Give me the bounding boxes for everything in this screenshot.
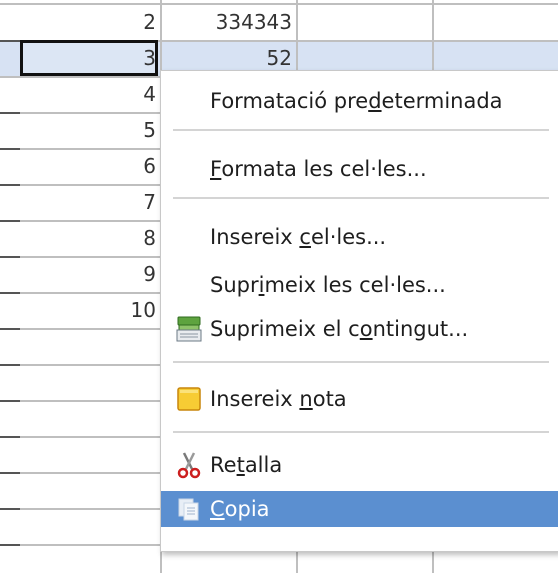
menu-item-label: Copia <box>210 497 270 521</box>
row-marker <box>0 472 20 474</box>
cell-a-row[interactable]: 9 <box>4 256 156 292</box>
cell-a-row[interactable]: 7 <box>4 184 156 220</box>
row-marker <box>0 328 20 330</box>
cell-a-row[interactable]: 3 <box>4 40 156 76</box>
menu-item-copy[interactable]: Copia <box>161 491 558 527</box>
row-marker <box>0 508 20 510</box>
menu-item-label: Suprimeix les cel·les... <box>210 273 446 297</box>
cell-a-row[interactable]: 10 <box>4 292 156 328</box>
menu-item-delete-cells[interactable]: Suprimeix les cel·les... <box>161 267 558 303</box>
note-icon <box>175 385 203 413</box>
menu-item-insert-cells[interactable]: Insereix cel·les... <box>161 219 558 255</box>
context-menu: Formatació predeterminada Formata les ce… <box>160 70 558 552</box>
menu-item-label: Formata les cel·les... <box>210 157 427 181</box>
menu-item-label: Insereix cel·les... <box>210 225 387 249</box>
menu-separator <box>173 361 549 363</box>
menu-separator <box>173 129 549 131</box>
menu-separator <box>173 197 549 199</box>
menu-item-insert-note[interactable]: Insereix nota <box>161 381 558 417</box>
menu-item-label: Insereix nota <box>210 387 347 411</box>
cell-a-row[interactable]: 8 <box>4 220 156 256</box>
menu-item-delete-contents[interactable]: Suprimeix el contingut... <box>161 311 558 347</box>
menu-item-label: Formatació predeterminada <box>210 89 503 113</box>
cell-a-row[interactable]: 5 <box>4 112 156 148</box>
menu-item-cut[interactable]: Retalla <box>161 447 558 483</box>
menu-item-default-format[interactable]: Formatació predeterminada <box>161 83 558 119</box>
row-marker <box>0 364 20 366</box>
row-marker <box>0 544 20 546</box>
cell-a-row[interactable]: 4 <box>4 76 156 112</box>
cell-a-row[interactable]: 6 <box>4 148 156 184</box>
menu-item-label: Retalla <box>210 453 283 477</box>
scissors-icon <box>175 451 203 479</box>
menu-item-label: Suprimeix el contingut... <box>210 317 469 341</box>
row-marker <box>0 400 20 402</box>
menu-separator <box>173 431 549 433</box>
copy-icon <box>175 495 203 523</box>
menu-item-format-cells[interactable]: Formata les cel·les... <box>161 151 558 187</box>
eraser-icon <box>175 315 203 343</box>
row-marker <box>0 436 20 438</box>
cell-a-row[interactable]: 2 <box>4 4 156 40</box>
cell-b-row[interactable]: 334343 <box>162 4 292 40</box>
